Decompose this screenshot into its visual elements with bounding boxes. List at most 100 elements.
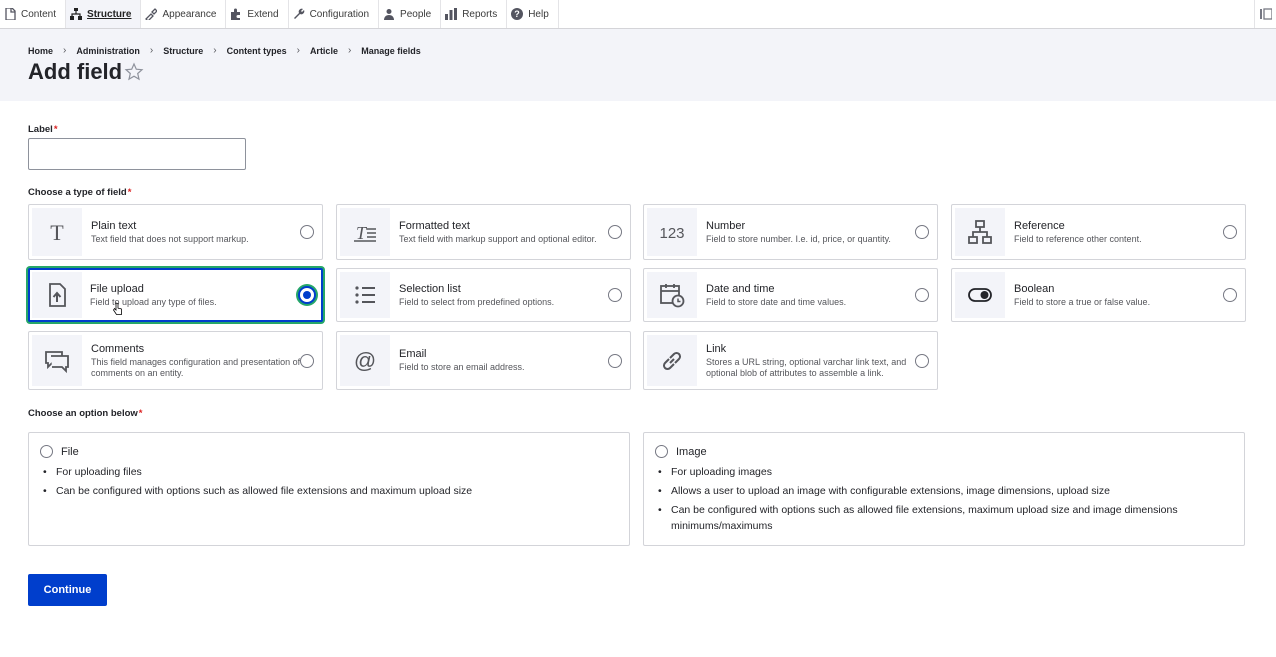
option-title: Image [676,445,707,458]
label-field-label-text: Label [28,124,53,135]
icon-box [32,335,82,386]
toolbar-item-appearance[interactable]: Appearance [141,0,227,28]
field-type-reference[interactable]: Reference Field to reference other conten… [951,204,1246,260]
card-text: Number Field to store number. I.e. id, pr… [700,205,937,259]
card-title: Reference [1014,219,1065,232]
field-type-link[interactable]: Link Stores a URL string, optional varcha… [643,331,938,390]
toolbar-item-configuration[interactable]: Configuration [289,0,380,28]
breadcrumb-structure[interactable]: Structure [163,46,203,56]
field-type-formatted-text[interactable]: T Formatted text Text field with markup s… [336,204,631,260]
toolbar-item-reports[interactable]: Reports [441,0,508,28]
toolbar-orientation-toggle[interactable] [1254,0,1276,28]
card-title: Selection list [399,282,461,295]
field-type-file-upload[interactable]: File upload Field to upload any type of f… [28,268,323,322]
card-description: This field manages configuration and pre… [91,357,301,378]
field-type-radio[interactable] [300,353,314,368]
field-type-selection-list[interactable]: Selection list Field to select from prede… [336,268,631,322]
option-radio[interactable] [655,445,668,458]
breadcrumb: Home › Administration › Structure › Content… [28,45,421,56]
field-type-radio[interactable] [915,288,929,302]
card-description: Field to select from predefined options. [399,296,555,307]
label-field-label: Label* [28,124,58,135]
plain-text-icon: T [50,220,64,245]
reports-icon [445,8,458,20]
field-type-radio[interactable] [1223,225,1237,239]
people-icon [384,9,395,20]
selection-list-icon [355,286,375,304]
field-type-radio[interactable] [298,286,316,304]
field-type-number[interactable]: 123 Number Field to store number. I.e. id… [643,204,938,260]
field-type-boolean[interactable]: Boolean Field to store a true or false va… [951,268,1246,322]
card-description: Field to store date and time values. [706,296,847,307]
icon-box [32,272,82,318]
option-section-label-text: Choose an option below [28,408,138,419]
field-type-section-label: Choose a type of field* [28,187,131,198]
card-text: Boolean Field to store a true or false va… [1008,269,1245,321]
icon-box: @ [340,335,390,386]
star-icon[interactable] [124,62,144,82]
field-type-radio[interactable] [300,225,314,239]
required-marker: * [127,187,132,198]
help-icon: ? [511,8,524,20]
breadcrumb-administration[interactable]: Administration [76,46,140,56]
card-text: Link Stores a URL string, optional varcha… [700,332,937,389]
card-description: Field to upload any type of files. [90,296,217,307]
configuration-icon [293,8,304,19]
field-type-radio[interactable] [915,225,929,239]
breadcrumb-separator: › [149,45,154,56]
toolbar-item-help[interactable]: ? Help [507,0,559,28]
toolbar-item-label: People [400,8,432,20]
field-type-plain-text[interactable]: T Plain text Text field that does not sup… [28,204,323,260]
field-type-radio[interactable] [608,288,622,302]
card-title: Date and time [706,282,775,295]
svg-text:T: T [50,220,64,245]
content-icon [5,8,16,20]
card-description: Stores a URL string, optional varchar li… [706,357,907,378]
breadcrumb-content-types[interactable]: Content types [227,46,287,56]
icon-box [955,208,1005,256]
card-description: Text field with markup support and optio… [399,233,597,244]
card-title: Boolean [1014,282,1055,295]
list-item: Can be configured with options such as a… [658,502,1211,534]
toolbar-item-extend[interactable]: Extend [226,0,289,28]
continue-button[interactable]: Continue [28,574,107,606]
extend-icon [231,8,241,20]
toolbar-item-people[interactable]: People [379,0,442,28]
breadcrumb-separator: › [213,45,217,56]
mouse-cursor-icon [113,302,122,315]
structure-icon [70,8,83,20]
field-type-radio[interactable] [608,225,622,239]
list-item: Allows a user to upload an image with co… [658,483,1211,499]
option-file[interactable]: File For uploading files Can be configur… [28,432,630,546]
option-title: File [61,445,79,458]
card-title: Formatted text [399,219,470,232]
label-input[interactable] [28,138,246,170]
option-image[interactable]: Image For uploading images Allows a user… [643,432,1245,546]
field-type-email[interactable]: @ Email Field to store an email address. [336,331,631,390]
breadcrumb-separator: › [347,45,352,56]
field-type-comments[interactable]: Comments This field manages configuration… [28,331,323,390]
card-text: Plain text Text field that does not suppo… [85,205,322,259]
list-item: For uploading images [658,464,1211,480]
required-marker: * [53,124,58,135]
toolbar-item-label: Configuration [309,8,370,20]
option-header: File [40,445,79,458]
breadcrumb-article[interactable]: Article [310,46,338,56]
card-description: Field to store an email address. [399,362,525,373]
card-title: Plain text [91,219,137,232]
toolbar-item-structure[interactable]: Structure [66,0,142,28]
link-icon [662,351,682,370]
field-type-radio[interactable] [915,353,929,368]
field-type-date-and-time[interactable]: Date and time Field to store date and tim… [643,268,938,322]
toolbar-item-content[interactable]: Content [0,0,67,28]
card-text: Comments This field manages configuration… [85,332,322,389]
breadcrumb-manage-fields[interactable]: Manage fields [361,46,421,56]
field-type-radio[interactable] [1223,288,1237,302]
date-time-icon [660,284,685,308]
breadcrumb-home[interactable]: Home [28,46,53,56]
field-type-radio[interactable] [608,353,622,368]
card-description: Field to store a true or false value. [1014,296,1151,307]
toolbar-item-label: Reports [462,8,498,20]
svg-text:123: 123 [659,225,684,242]
option-radio[interactable] [40,445,53,458]
